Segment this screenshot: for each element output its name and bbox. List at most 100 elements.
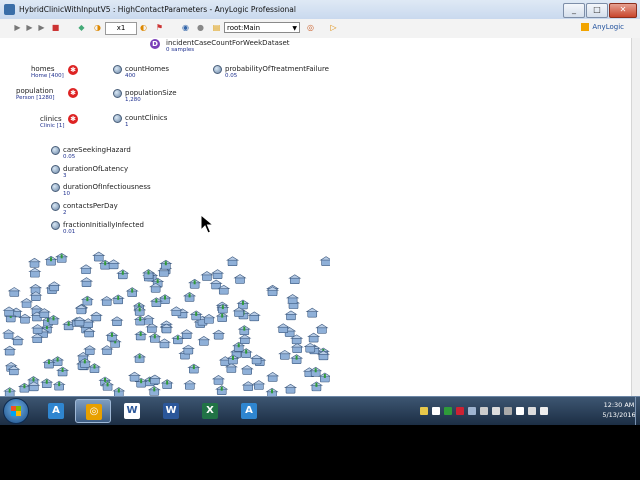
tray-icon[interactable]	[420, 407, 428, 415]
action-center-flag-icon[interactable]	[516, 407, 524, 415]
home-agent[interactable]	[3, 387, 17, 396]
home-agent[interactable]	[290, 343, 304, 353]
home-agent[interactable]	[27, 257, 42, 268]
home-agent[interactable]	[40, 378, 54, 389]
home-agent[interactable]	[125, 287, 139, 297]
param-countHomes-name[interactable]: countHomes	[125, 65, 169, 73]
home-agent[interactable]	[56, 366, 70, 377]
home-agent[interactable]	[319, 256, 330, 266]
param-fractionInitiallyInfected-name[interactable]: fractionInitiallyInfected	[63, 221, 144, 229]
slow-down-icon[interactable]: ◑	[92, 22, 103, 34]
run-until-button[interactable]: ▶	[36, 22, 47, 34]
parameter-icon[interactable]	[51, 183, 60, 192]
home-agent[interactable]	[183, 380, 197, 390]
agent-population-icon[interactable]: ✱	[68, 114, 78, 124]
taskbar-app-browser[interactable]: ◎	[75, 399, 111, 423]
home-agent[interactable]	[283, 383, 298, 394]
navigate-icon[interactable]: ◉	[180, 22, 191, 34]
home-agent[interactable]	[128, 371, 142, 382]
parameter-icon[interactable]	[113, 65, 122, 74]
home-agent[interactable]	[133, 353, 147, 363]
home-agent[interactable]	[107, 259, 121, 270]
home-agent[interactable]	[305, 307, 319, 318]
back-icon[interactable]: ●	[195, 22, 206, 34]
network-icon[interactable]	[528, 407, 536, 415]
root-selector[interactable]: root:Main ▼	[224, 22, 300, 33]
home-agent[interactable]	[211, 269, 225, 279]
stop-button[interactable]: ■	[50, 22, 61, 34]
home-agent[interactable]	[42, 358, 56, 369]
dataset-name[interactable]: incidentCaseCountForWeekDataset	[166, 39, 290, 47]
step-button[interactable]: ▶	[24, 22, 35, 34]
home-agent[interactable]	[47, 281, 61, 292]
home-agent[interactable]	[147, 385, 161, 396]
pause-icon[interactable]: ▷	[328, 22, 339, 34]
parameter-icon[interactable]	[51, 165, 60, 174]
agent-clinics-name[interactable]: clinics	[40, 115, 62, 123]
home-agent[interactable]	[188, 278, 202, 289]
tray-icon[interactable]	[456, 407, 464, 415]
home-agent[interactable]	[20, 298, 34, 308]
home-agent[interactable]	[309, 366, 323, 377]
home-agent[interactable]	[238, 334, 252, 345]
title-bar[interactable]: HybridClinicWithInputV5 : HighContactPar…	[0, 0, 640, 20]
home-agent[interactable]	[148, 374, 162, 385]
home-agent[interactable]	[309, 381, 323, 392]
agent-population-icon[interactable]: ✱	[68, 88, 78, 98]
maximize-button[interactable]: □	[586, 3, 608, 18]
home-agent[interactable]	[2, 329, 16, 339]
home-agent[interactable]	[92, 251, 106, 262]
home-agent[interactable]	[169, 306, 183, 317]
home-agent[interactable]	[87, 363, 102, 373]
param-contactsPerDay-name[interactable]: contactsPerDay	[63, 202, 118, 210]
home-agent[interactable]	[116, 269, 130, 280]
home-agent[interactable]	[278, 349, 292, 360]
close-button[interactable]: ✕	[609, 3, 637, 18]
home-agent[interactable]	[79, 277, 94, 287]
agent-population-icon[interactable]: ✱	[68, 65, 78, 75]
dataset-icon[interactable]: D	[150, 39, 160, 49]
home-agent[interactable]	[288, 274, 302, 285]
home-agent[interactable]	[237, 325, 251, 335]
home-agent[interactable]	[226, 256, 240, 266]
speed-up-icon[interactable]: ◐	[138, 22, 149, 34]
home-agent[interactable]	[145, 323, 159, 333]
home-agent[interactable]	[17, 382, 31, 393]
model-canvas[interactable]: D incidentCaseCountForWeekDataset 0 samp…	[0, 38, 632, 396]
home-agent[interactable]	[290, 354, 304, 364]
home-agent[interactable]	[80, 295, 94, 306]
home-agent[interactable]	[247, 311, 261, 322]
home-agent[interactable]	[318, 372, 330, 383]
home-agent[interactable]	[241, 381, 255, 391]
home-agent[interactable]	[265, 387, 279, 396]
home-agent[interactable]	[55, 252, 69, 263]
show-desktop-button[interactable]	[635, 397, 640, 425]
home-agent[interactable]	[7, 287, 21, 297]
taskbar-app-anylogic[interactable]: A	[38, 399, 74, 423]
reset-icon[interactable]: ◆	[76, 22, 87, 34]
home-agent[interactable]	[148, 332, 162, 343]
homes-animation[interactable]	[0, 248, 330, 396]
home-agent[interactable]	[284, 310, 298, 321]
home-agent[interactable]	[157, 338, 171, 349]
home-agent[interactable]	[3, 345, 17, 356]
home-agent[interactable]	[28, 267, 42, 278]
param-durationOfLatency-name[interactable]: durationOfLatency	[63, 165, 128, 173]
param-durationOfInfectiousness-name[interactable]: durationOfInfectiousness	[63, 183, 151, 191]
home-agent[interactable]	[100, 296, 114, 306]
system-clock[interactable]: 12:30 AM 5/13/2016	[600, 400, 638, 420]
tray-icon[interactable]	[444, 407, 452, 415]
home-agent[interactable]	[134, 330, 148, 341]
home-agent[interactable]	[160, 379, 174, 389]
parameter-icon[interactable]	[51, 146, 60, 155]
home-agent[interactable]	[79, 264, 93, 275]
home-agent[interactable]	[52, 380, 66, 391]
home-agent[interactable]	[187, 363, 201, 374]
home-agent[interactable]	[197, 335, 211, 346]
home-agent[interactable]	[105, 331, 119, 342]
param-careSeekingHazard-name[interactable]: careSeekingHazard	[63, 146, 131, 154]
home-agent[interactable]	[211, 375, 226, 385]
parameter-icon[interactable]	[51, 202, 60, 211]
minimize-button[interactable]: _	[563, 3, 585, 18]
home-agent[interactable]	[180, 329, 194, 339]
